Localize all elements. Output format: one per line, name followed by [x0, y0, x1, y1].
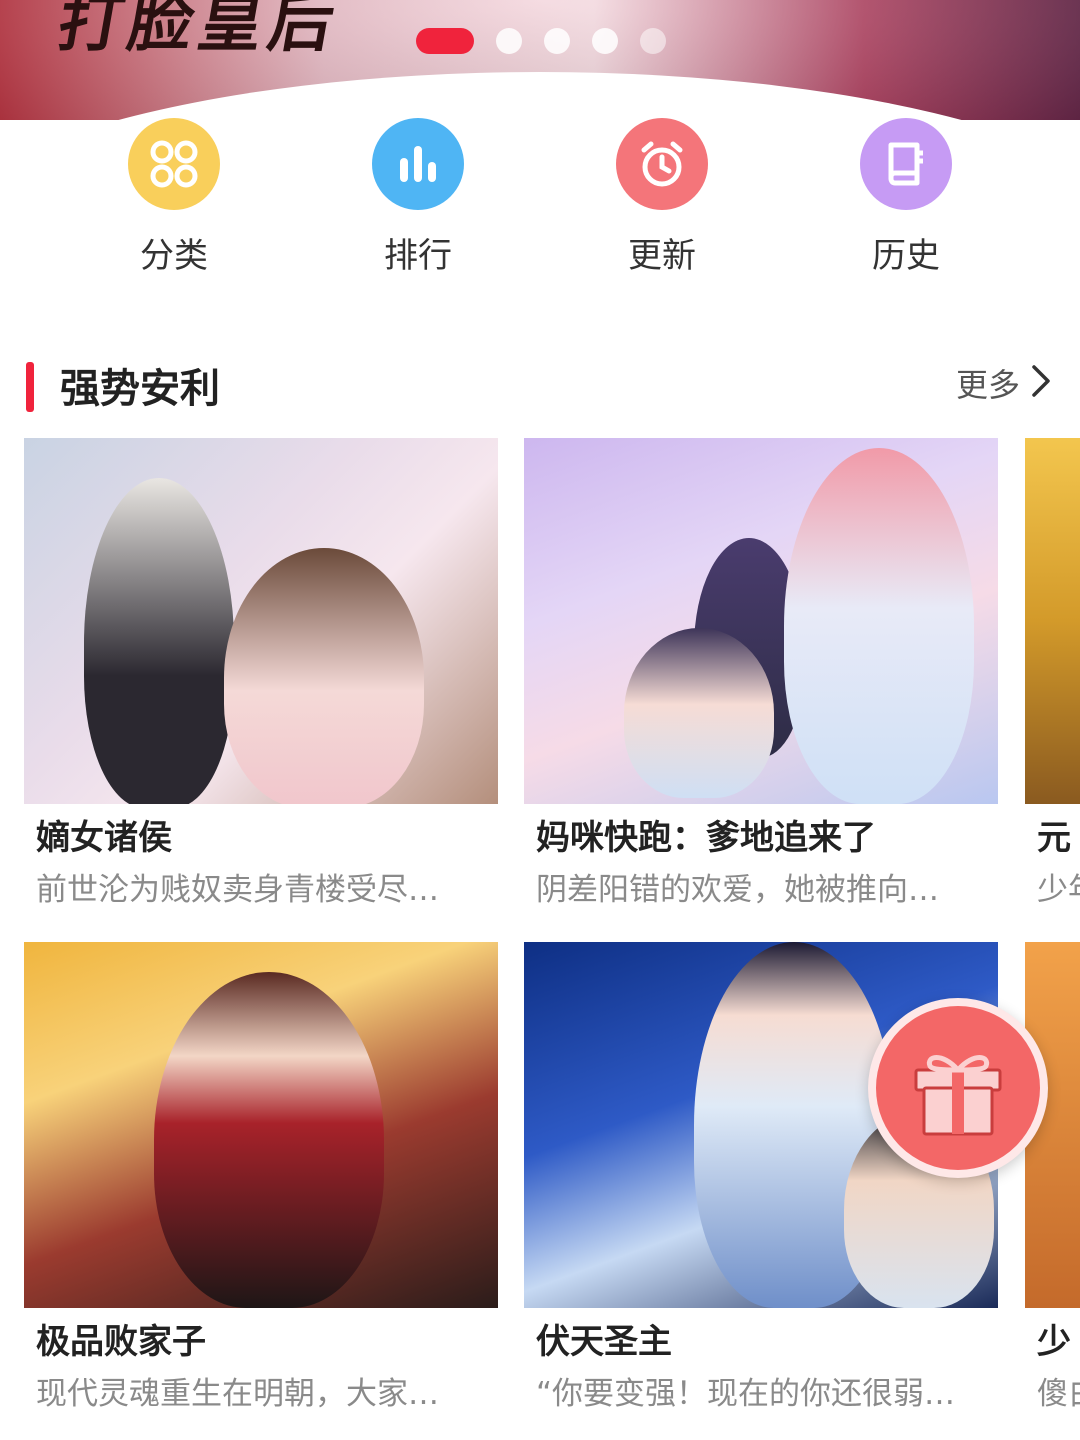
carousel-dot[interactable]: [592, 28, 618, 54]
comic-cover[interactable]: [24, 942, 498, 1308]
gift-icon: [898, 1026, 1018, 1150]
quick-nav-label: 更新: [628, 236, 696, 276]
banner-carousel[interactable]: 打脸皇后: [0, 0, 1080, 120]
comic-description: “你要变强！现在的你还很弱…: [536, 1376, 956, 1412]
quick-nav-ranking[interactable]: 排行: [348, 118, 488, 277]
alarm-clock-icon: [616, 118, 708, 210]
comic-title[interactable]: 极品败家子: [24, 1318, 498, 1366]
section-title: 强势安利: [60, 366, 220, 412]
quick-nav-history[interactable]: 历史: [836, 118, 976, 277]
comic-description: 现代灵魂重生在明朝，大家…: [36, 1376, 439, 1412]
section-header: 强势安利 更多: [0, 356, 1080, 412]
comic-card[interactable]: 少 傻白: [1025, 942, 1080, 1416]
quick-nav-label: 排行: [384, 236, 452, 276]
comic-title[interactable]: 少: [1025, 1318, 1080, 1366]
grid-icon: [128, 118, 220, 210]
comic-title[interactable]: 嫡女诸侯: [24, 814, 498, 862]
comic-card[interactable]: 极品败家子 现代灵魂重生在明朝，大家…: [24, 942, 498, 1416]
comic-cover[interactable]: [524, 438, 998, 804]
carousel-dot[interactable]: [496, 28, 522, 54]
comic-card[interactable]: 嫡女诸侯 前世沦为贱奴卖身青楼受尽…: [24, 438, 498, 912]
quick-nav-update[interactable]: 更新: [592, 118, 732, 277]
carousel-dot[interactable]: [640, 28, 666, 54]
bar-chart-icon: [372, 118, 464, 210]
comic-cover[interactable]: [24, 438, 498, 804]
carousel-dot[interactable]: [544, 28, 570, 54]
comic-card[interactable]: 元 少年: [1025, 438, 1080, 912]
gift-button[interactable]: [868, 998, 1048, 1178]
comic-description: 前世沦为贱奴卖身青楼受尽…: [36, 872, 439, 908]
more-label: 更多: [955, 366, 1020, 404]
comic-card[interactable]: 妈咪快跑：爹地追来了 阴差阳错的欢爱，她被推向…: [524, 438, 998, 912]
more-link[interactable]: 更多: [956, 360, 1052, 406]
quick-nav-label: 分类: [140, 236, 208, 276]
quick-nav-label: 历史: [872, 236, 940, 276]
comic-title[interactable]: 伏天圣主: [524, 1318, 998, 1366]
section-accent-bar: [26, 362, 34, 412]
comic-cover[interactable]: [1025, 438, 1080, 804]
quick-nav: 分类 排行 更新 历史: [0, 118, 1080, 278]
comic-title[interactable]: 元: [1025, 814, 1080, 862]
carousel-indicator: [416, 28, 688, 54]
comic-description: 阴差阳错的欢爱，她被推向…: [536, 872, 939, 908]
book-icon: [860, 118, 952, 210]
comic-description: 傻白: [1037, 1376, 1080, 1412]
comic-description: 少年: [1037, 872, 1080, 908]
comic-title[interactable]: 妈咪快跑：爹地追来了: [524, 814, 998, 862]
chevron-right-icon: [1030, 363, 1052, 403]
quick-nav-category[interactable]: 分类: [104, 118, 244, 277]
carousel-dot-active[interactable]: [416, 28, 474, 54]
banner-title-art: 打脸皇后: [52, 0, 346, 61]
